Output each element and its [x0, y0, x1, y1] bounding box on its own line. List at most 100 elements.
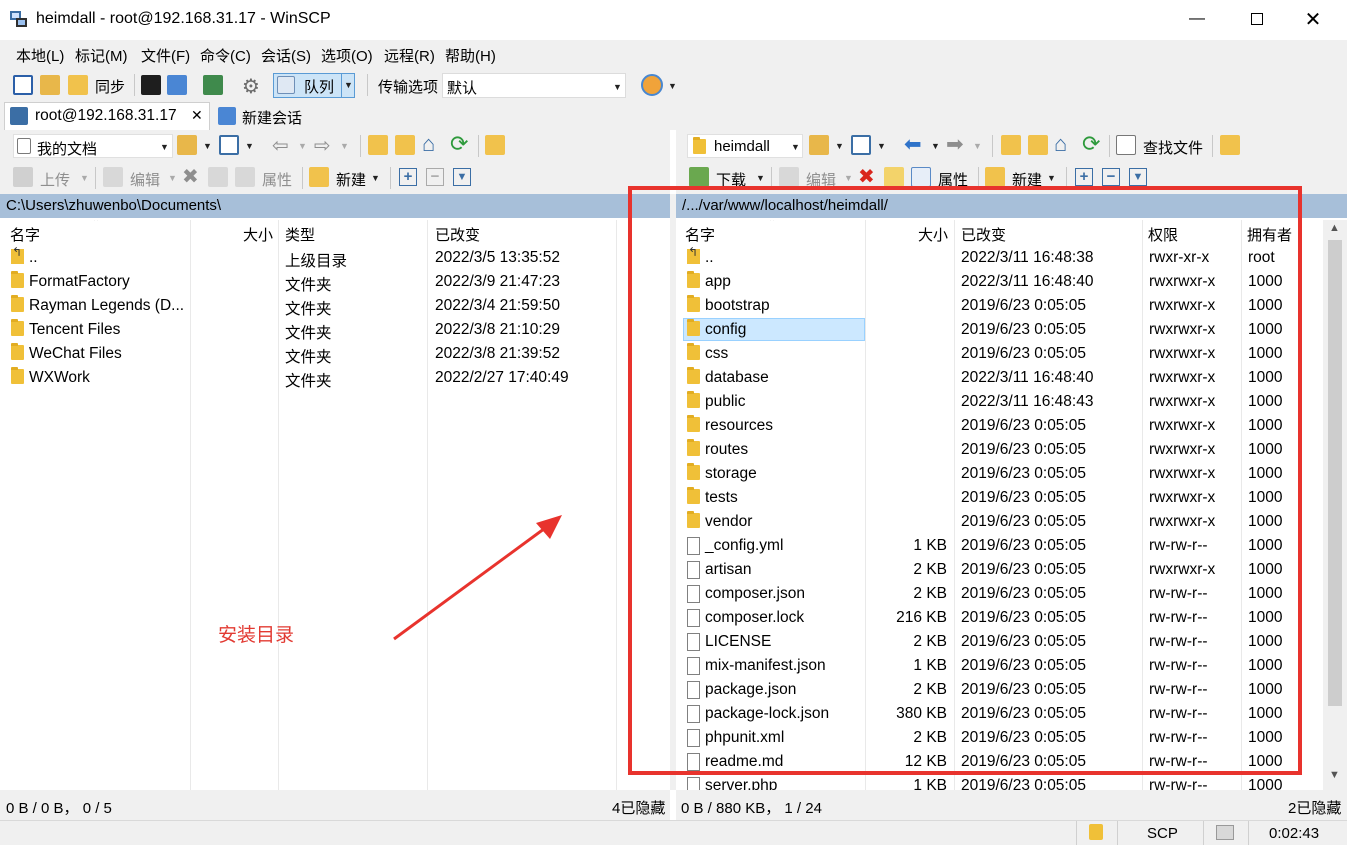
chevron-down-icon[interactable]: ▼ [668, 81, 677, 91]
invert-selection-icon[interactable]: ▼ [1129, 168, 1147, 186]
table-row[interactable]: FormatFactory 文件夹 2022/3/9 21:47:23 [0, 270, 616, 294]
scroll-down-icon[interactable]: ▼ [1329, 769, 1340, 781]
transfer-settings-select[interactable]: 默认 ▼ [442, 73, 626, 98]
root-folder-icon[interactable] [395, 135, 415, 155]
select-all-icon[interactable]: + [399, 168, 417, 186]
menu-options[interactable]: 选项(O) [321, 45, 373, 66]
download-icon[interactable] [689, 167, 709, 187]
compare-icon[interactable] [13, 75, 33, 95]
sync-button[interactable]: 同步 [95, 76, 125, 97]
left-hidden-count[interactable]: 4已隐藏 [612, 797, 665, 818]
globe-icon[interactable] [641, 74, 663, 96]
left-location-select[interactable]: 我的文档 ▼ [13, 134, 173, 158]
open-folder-icon[interactable] [809, 135, 829, 155]
deselect-icon[interactable]: − [1102, 168, 1120, 186]
edit-icon[interactable] [779, 167, 799, 187]
tree-icon[interactable] [485, 135, 505, 155]
minimize-button[interactable]: — [1174, 0, 1220, 38]
chevron-down-icon[interactable]: ▼ [844, 173, 853, 183]
chevron-down-icon[interactable]: ▼ [245, 141, 254, 151]
table-row[interactable]: .. 上级目录 2022/3/5 13:35:52 [0, 245, 616, 270]
parent-folder-icon[interactable] [368, 135, 388, 155]
chevron-down-icon[interactable]: ▼ [835, 141, 844, 151]
select-all-icon[interactable]: + [1075, 168, 1093, 186]
right-hidden-count[interactable]: 2已隐藏 [1288, 797, 1341, 818]
right-location-select[interactable]: heimdall ▼ [687, 134, 803, 158]
network-icon[interactable] [1216, 825, 1234, 840]
table-row[interactable]: server.php 1 KB 2019/6/23 0:05:05 rw-rw-r--… [676, 774, 1323, 790]
home-icon[interactable]: ⌂ [422, 131, 435, 157]
tree-icon[interactable] [1220, 135, 1240, 155]
putty-icon[interactable] [167, 75, 187, 95]
new-button[interactable]: 新建 [336, 169, 366, 190]
scroll-up-icon[interactable]: ▲ [1329, 222, 1340, 234]
session-icon[interactable] [203, 75, 223, 95]
vertical-scrollbar[interactable]: ▲ ▼ [1323, 220, 1347, 790]
maximize-button[interactable] [1234, 0, 1280, 38]
chevron-down-icon[interactable]: ▼ [756, 173, 765, 183]
queue-button[interactable]: 队列 ▼ [273, 73, 355, 98]
filter-icon[interactable] [851, 135, 871, 155]
invert-selection-icon[interactable]: ▼ [453, 168, 471, 186]
edit-icon[interactable] [103, 167, 123, 187]
deselect-icon[interactable]: − [426, 168, 444, 186]
open-folder-icon[interactable] [177, 135, 197, 155]
upload-button[interactable]: 上传 [40, 169, 70, 190]
left-path-bar[interactable]: C:\Users\zhuwenbo\Documents\ [0, 194, 670, 218]
sync-icon[interactable] [68, 75, 88, 95]
table-row[interactable]: Rayman Legends (D... 文件夹 2022/3/4 21:59:50 [0, 294, 616, 318]
lock-icon[interactable] [1089, 824, 1103, 840]
table-row[interactable]: WeChat Files 文件夹 2022/3/8 21:39:52 [0, 342, 616, 366]
refresh-icon[interactable]: ⟳ [1082, 131, 1100, 157]
chevron-down-icon[interactable]: ▼ [973, 141, 982, 151]
chevron-down-icon[interactable]: ▼ [371, 173, 380, 183]
filter-icon[interactable] [219, 135, 239, 155]
find-files-button[interactable]: 查找文件 [1143, 137, 1203, 158]
properties-icon[interactable] [911, 167, 931, 187]
delete-icon[interactable]: ✖ [182, 164, 199, 189]
back-icon[interactable]: ⇦ [272, 133, 289, 158]
close-tab-icon[interactable]: ✕ [191, 107, 203, 124]
parent-folder-icon[interactable] [1001, 135, 1021, 155]
menu-local[interactable]: 本地(L) [16, 45, 64, 66]
scrollbar-thumb[interactable] [1328, 240, 1342, 706]
chevron-down-icon[interactable]: ▼ [203, 141, 212, 151]
forward-icon[interactable]: ➡ [946, 132, 964, 157]
chevron-down-icon[interactable]: ▼ [613, 82, 622, 92]
edit-button[interactable]: 编辑 [130, 169, 160, 190]
menu-file[interactable]: 文件(F) [141, 45, 190, 66]
menu-help[interactable]: 帮助(H) [445, 45, 496, 66]
home-icon[interactable]: ⌂ [1054, 131, 1067, 157]
properties-icon[interactable] [235, 167, 255, 187]
refresh-icon[interactable]: ⟳ [450, 131, 468, 157]
tab-session[interactable]: root@192.168.31.17 ✕ [4, 102, 210, 130]
menu-remote[interactable]: 远程(R) [384, 45, 435, 66]
close-button[interactable]: ✕ [1290, 0, 1336, 38]
gear-icon[interactable]: ⚙ [242, 74, 260, 99]
properties-button[interactable]: 属性 [262, 169, 292, 190]
chevron-down-icon[interactable]: ▼ [298, 141, 307, 151]
menu-mark[interactable]: 标记(M) [75, 45, 128, 66]
winscp-app-icon[interactable] [8, 8, 30, 30]
menu-session[interactable]: 会话(S) [261, 45, 311, 66]
tab-new-session[interactable]: 新建会话 [214, 104, 308, 130]
new-folder-icon[interactable] [309, 167, 329, 187]
chevron-down-icon[interactable]: ▼ [168, 173, 177, 183]
chevron-down-icon[interactable]: ▼ [1047, 173, 1056, 183]
chevron-down-icon[interactable]: ▼ [340, 141, 349, 151]
table-row[interactable]: Tencent Files 文件夹 2022/3/8 21:10:29 [0, 318, 616, 342]
back-icon[interactable]: ⬅ [904, 132, 922, 157]
rename-icon[interactable] [884, 167, 904, 187]
forward-icon[interactable]: ⇨ [314, 133, 331, 158]
root-folder-icon[interactable] [1028, 135, 1048, 155]
synchronize-browse-icon[interactable] [40, 75, 60, 95]
menu-command[interactable]: 命令(C) [200, 45, 251, 66]
chevron-down-icon[interactable]: ▼ [80, 173, 89, 183]
new-folder-icon[interactable] [985, 167, 1005, 187]
console-icon[interactable] [141, 75, 161, 95]
chevron-down-icon[interactable]: ▼ [877, 141, 886, 151]
upload-icon[interactable] [13, 167, 33, 187]
rename-icon[interactable] [208, 167, 228, 187]
chevron-down-icon[interactable]: ▼ [931, 141, 940, 151]
find-files-icon[interactable] [1116, 135, 1136, 155]
